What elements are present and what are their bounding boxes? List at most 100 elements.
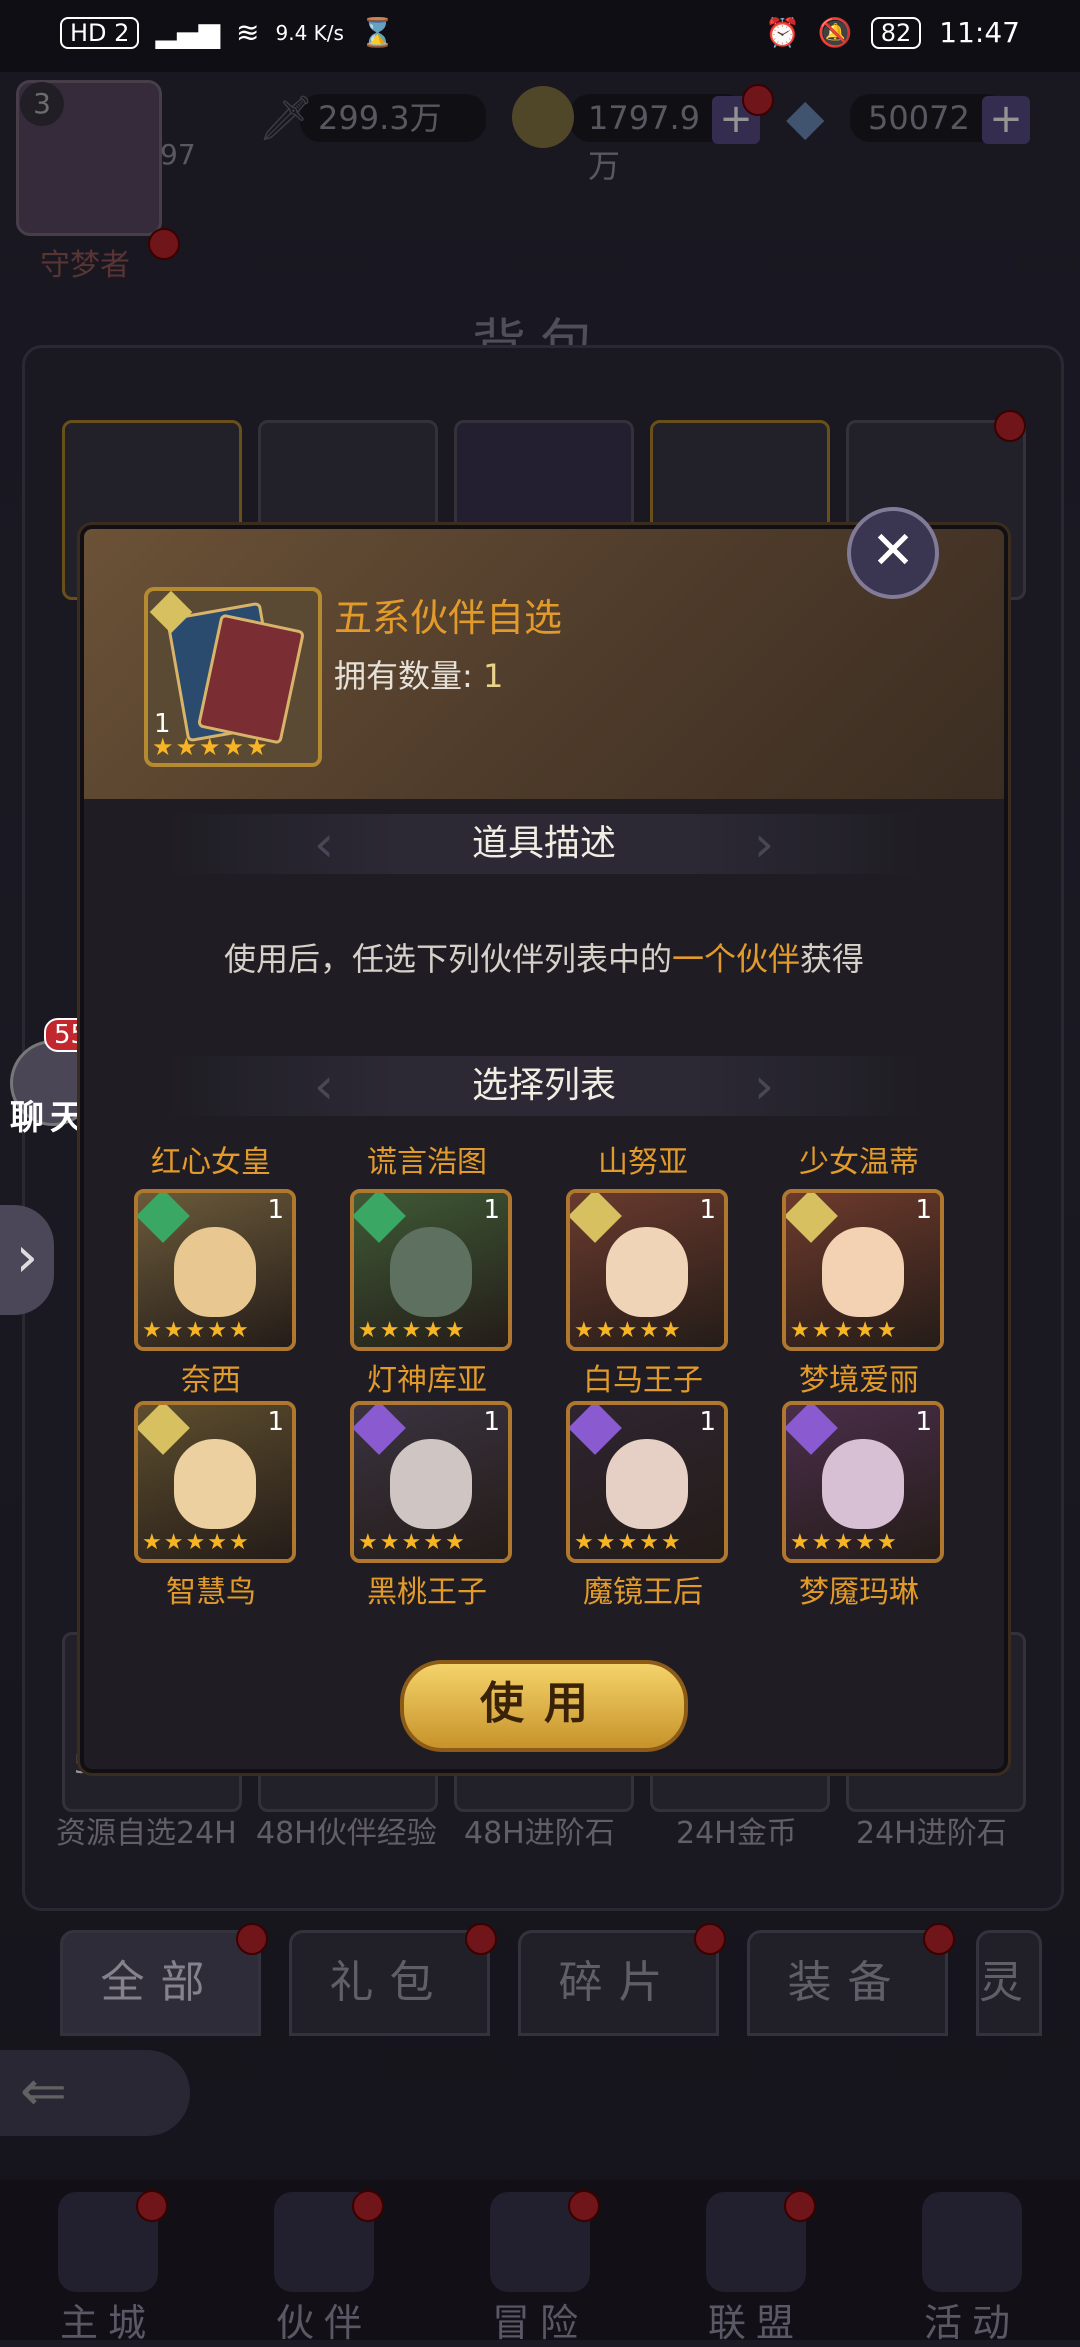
chevron-right-icon: › bbox=[754, 1057, 774, 1115]
star-icon: ★ bbox=[222, 733, 245, 761]
network-indicator: HD 2 bbox=[60, 16, 140, 49]
star-icon: ★ bbox=[228, 1530, 249, 1555]
star-icon: ★ bbox=[423, 1530, 443, 1555]
hero-choice-card[interactable]: 1 ★ ★ ★ ★ ★ bbox=[350, 1189, 512, 1351]
star-icon: ★ bbox=[444, 1318, 465, 1343]
hero-count: 1 bbox=[699, 1195, 716, 1225]
hero-stars: ★ ★ ★ ★ ★ bbox=[574, 1319, 681, 1343]
section-title-text: 道具描述 bbox=[471, 823, 616, 864]
hero-choice-card[interactable]: 1 ★ ★ ★ ★ ★ bbox=[566, 1189, 728, 1351]
star-icon: ★ bbox=[639, 1318, 659, 1343]
net-speed: 9.4 K/s bbox=[275, 20, 344, 45]
close-icon: ✕ bbox=[871, 521, 915, 581]
star-icon: ★ bbox=[574, 1318, 594, 1343]
star-icon: ★ bbox=[401, 1530, 422, 1555]
star-icon: ★ bbox=[833, 1318, 854, 1343]
hero-name-label: 红心女皇 bbox=[151, 1145, 271, 1180]
hero-choice-card[interactable]: 1 ★ ★ ★ ★ ★ bbox=[782, 1401, 944, 1563]
hero-portrait bbox=[606, 1227, 688, 1317]
star-icon: ★ bbox=[358, 1318, 378, 1343]
signal-icon: ▂▄▆ bbox=[155, 16, 221, 49]
star-icon: ★ bbox=[444, 1530, 465, 1555]
star-icon: ★ bbox=[163, 1318, 184, 1343]
star-icon: ★ bbox=[833, 1530, 854, 1555]
hero-count: 1 bbox=[483, 1407, 500, 1437]
hero-portrait bbox=[390, 1439, 472, 1529]
item-description: 使用后，任选下列伙伴列表中的一个伙伴获得 bbox=[84, 934, 1004, 980]
hero-count: 1 bbox=[267, 1195, 284, 1225]
star-icon: ★ bbox=[379, 1530, 400, 1555]
section-title-text: 选择列表 bbox=[471, 1065, 616, 1106]
item-name: 五系伙伴自选 bbox=[334, 596, 563, 640]
star-icon: ★ bbox=[142, 1530, 162, 1555]
star-icon: ★ bbox=[228, 1318, 249, 1343]
hero-name-label: 白马王子 bbox=[583, 1363, 703, 1398]
clock: 11:47 bbox=[939, 16, 1020, 49]
star-icon: ★ bbox=[423, 1318, 443, 1343]
hero-name-label: 奈西 bbox=[181, 1363, 241, 1398]
star-icon: ★ bbox=[185, 1530, 206, 1555]
star-icon: ★ bbox=[185, 1318, 206, 1343]
star-icon: ★ bbox=[142, 1318, 162, 1343]
use-button[interactable]: 使用 bbox=[400, 1660, 688, 1752]
choice-section-title: ‹ 选择列表 › bbox=[164, 1056, 924, 1116]
star-icon: ★ bbox=[811, 1530, 832, 1555]
star-icon: ★ bbox=[574, 1530, 594, 1555]
hero-choice-card[interactable]: 1 ★ ★ ★ ★ ★ bbox=[350, 1401, 512, 1563]
hero-name-label: 谎言浩图 bbox=[367, 1145, 487, 1180]
hero-name-label: 梦境爱丽 bbox=[799, 1363, 919, 1398]
star-icon: ★ bbox=[811, 1318, 832, 1343]
mute-icon: 🔕 bbox=[817, 16, 853, 49]
hero-stars: ★ ★ ★ ★ ★ bbox=[790, 1319, 897, 1343]
item-detail-modal: 1 ★ ★ ★ ★ ★ 五系伙伴自选 拥有数量: 1 ‹ 道具描述 › 使用后，任选下列… bbox=[80, 525, 1008, 1773]
status-right: ⏰ 🔕 82 11:47 bbox=[765, 16, 1020, 49]
owned-count: 拥有数量: 1 bbox=[334, 651, 503, 697]
hero-portrait bbox=[174, 1227, 256, 1317]
hero-name-label: 魔镜王后 bbox=[583, 1575, 703, 1610]
chevron-right-icon: › bbox=[754, 815, 774, 873]
star-icon: ★ bbox=[175, 733, 198, 761]
star-icon: ★ bbox=[401, 1318, 422, 1343]
owned-label: 拥有数量: bbox=[334, 657, 473, 695]
star-icon: ★ bbox=[617, 1318, 638, 1343]
hero-name-label: 黑桃王子 bbox=[367, 1575, 487, 1610]
star-icon: ★ bbox=[639, 1530, 659, 1555]
chevron-left-icon: ‹ bbox=[314, 1057, 334, 1115]
hero-choice-card[interactable]: 1 ★ ★ ★ ★ ★ bbox=[782, 1189, 944, 1351]
star-icon: ★ bbox=[617, 1530, 638, 1555]
hero-portrait bbox=[822, 1227, 904, 1317]
star-icon: ★ bbox=[379, 1318, 400, 1343]
status-bar: HD 2 ▂▄▆ ≋ 9.4 K/s ⌛ ⏰ 🔕 82 11:47 bbox=[0, 0, 1080, 72]
hero-choice-card[interactable]: 1 ★ ★ ★ ★ ★ bbox=[134, 1189, 296, 1351]
hero-count: 1 bbox=[699, 1407, 716, 1437]
hero-stars: ★ ★ ★ ★ ★ bbox=[142, 1319, 249, 1343]
item-icon: 1 ★ ★ ★ ★ ★ bbox=[144, 587, 322, 767]
hero-name-label: 灯神库亚 bbox=[367, 1363, 487, 1398]
star-icon: ★ bbox=[660, 1530, 681, 1555]
star-icon: ★ bbox=[595, 1318, 616, 1343]
star-icon: ★ bbox=[660, 1318, 681, 1343]
hero-name-label: 少女温蒂 bbox=[799, 1145, 919, 1180]
desc-suffix: 获得 bbox=[800, 940, 865, 978]
star-icon: ★ bbox=[207, 1318, 227, 1343]
hero-choice-card[interactable]: 1 ★ ★ ★ ★ ★ bbox=[566, 1401, 728, 1563]
hourglass-icon: ⌛ bbox=[359, 16, 395, 49]
hero-choice-card[interactable]: 1 ★ ★ ★ ★ ★ bbox=[134, 1401, 296, 1563]
hero-name-label: 梦魇玛琳 bbox=[799, 1575, 919, 1610]
star-icon: ★ bbox=[199, 733, 221, 761]
chevron-left-icon: ‹ bbox=[314, 815, 334, 873]
close-button[interactable]: ✕ bbox=[847, 507, 939, 599]
star-icon: ★ bbox=[855, 1318, 875, 1343]
hero-portrait bbox=[822, 1439, 904, 1529]
desc-highlight: 一个伙伴 bbox=[671, 940, 800, 978]
item-stars: ★ ★ ★ ★ ★ bbox=[152, 735, 268, 759]
hero-stars: ★ ★ ★ ★ ★ bbox=[358, 1531, 465, 1555]
side-expand-button[interactable]: › bbox=[0, 1205, 54, 1315]
hero-name-label: 智慧鸟 bbox=[166, 1575, 256, 1610]
hero-portrait bbox=[606, 1439, 688, 1529]
star-icon: ★ bbox=[246, 733, 268, 761]
alarm-icon: ⏰ bbox=[765, 16, 800, 49]
hero-count: 1 bbox=[915, 1407, 932, 1437]
hero-portrait bbox=[174, 1439, 256, 1529]
hero-count: 1 bbox=[915, 1195, 932, 1225]
